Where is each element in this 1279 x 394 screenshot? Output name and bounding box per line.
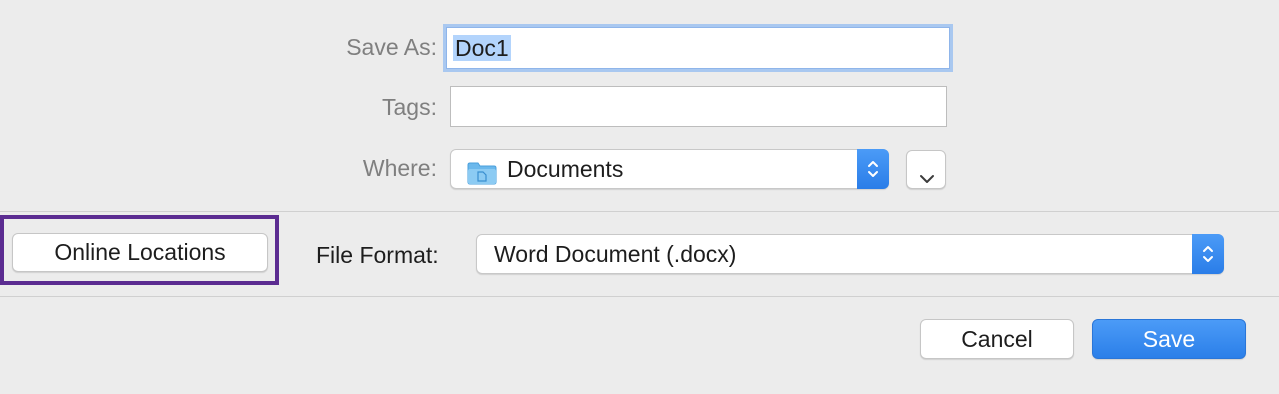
where-selected: Documents xyxy=(507,156,624,182)
save-as-value: Doc1 xyxy=(453,35,511,61)
stepper-icon xyxy=(1192,234,1224,274)
file-format-label: File Format: xyxy=(316,242,439,268)
divider-top xyxy=(0,211,1279,212)
file-format-selected: Word Document (.docx) xyxy=(494,241,737,267)
save-dialog: Save As: Doc1 Tags: Where: Documents Onl… xyxy=(0,0,1279,394)
save-as-label: Save As: xyxy=(346,34,437,60)
save-as-field[interactable]: Doc1 xyxy=(446,27,950,69)
where-popup[interactable]: Documents xyxy=(450,149,889,189)
online-locations-button[interactable]: Online Locations xyxy=(12,233,268,272)
cancel-button[interactable]: Cancel xyxy=(920,319,1074,359)
divider-bottom xyxy=(0,296,1279,297)
tags-field[interactable] xyxy=(450,86,947,127)
chevron-down-icon xyxy=(919,164,935,191)
save-button[interactable]: Save xyxy=(1092,319,1246,359)
tags-label: Tags: xyxy=(382,94,437,120)
stepper-icon xyxy=(857,149,889,189)
expand-dialog-button[interactable] xyxy=(906,150,946,189)
file-format-popup[interactable]: Word Document (.docx) xyxy=(476,234,1224,274)
folder-icon xyxy=(467,158,497,196)
where-label: Where: xyxy=(362,155,437,181)
